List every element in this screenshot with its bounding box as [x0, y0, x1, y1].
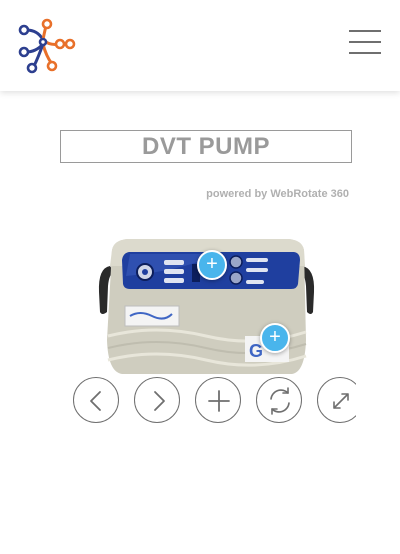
- menu-line: [349, 30, 381, 32]
- rotate-right-button[interactable]: [134, 377, 180, 423]
- hamburger-menu-icon[interactable]: [349, 30, 383, 60]
- zoom-in-button[interactable]: [195, 377, 241, 423]
- top-header: [0, 0, 400, 91]
- product-title: DVT PUMP: [60, 130, 352, 163]
- chevron-right-icon: [154, 391, 165, 411]
- rotate-icon: [270, 387, 290, 415]
- powered-by-link[interactable]: powered by WebRotate 360: [200, 188, 349, 200]
- menu-line: [349, 41, 381, 43]
- network-nodes-logo-icon[interactable]: [16, 16, 76, 74]
- autorotate-button[interactable]: [256, 377, 302, 423]
- zoom-plus-icon: [208, 390, 230, 412]
- fullscreen-button[interactable]: [317, 377, 356, 423]
- hotspot-control-panel[interactable]: +: [197, 250, 227, 280]
- hotspot-front-logo[interactable]: +: [260, 323, 290, 353]
- rotate-left-button[interactable]: [73, 377, 119, 423]
- menu-line: [349, 52, 381, 54]
- chevron-left-icon: [90, 391, 101, 411]
- fullscreen-icon: [333, 393, 349, 409]
- fullscreen-clip: [316, 376, 356, 426]
